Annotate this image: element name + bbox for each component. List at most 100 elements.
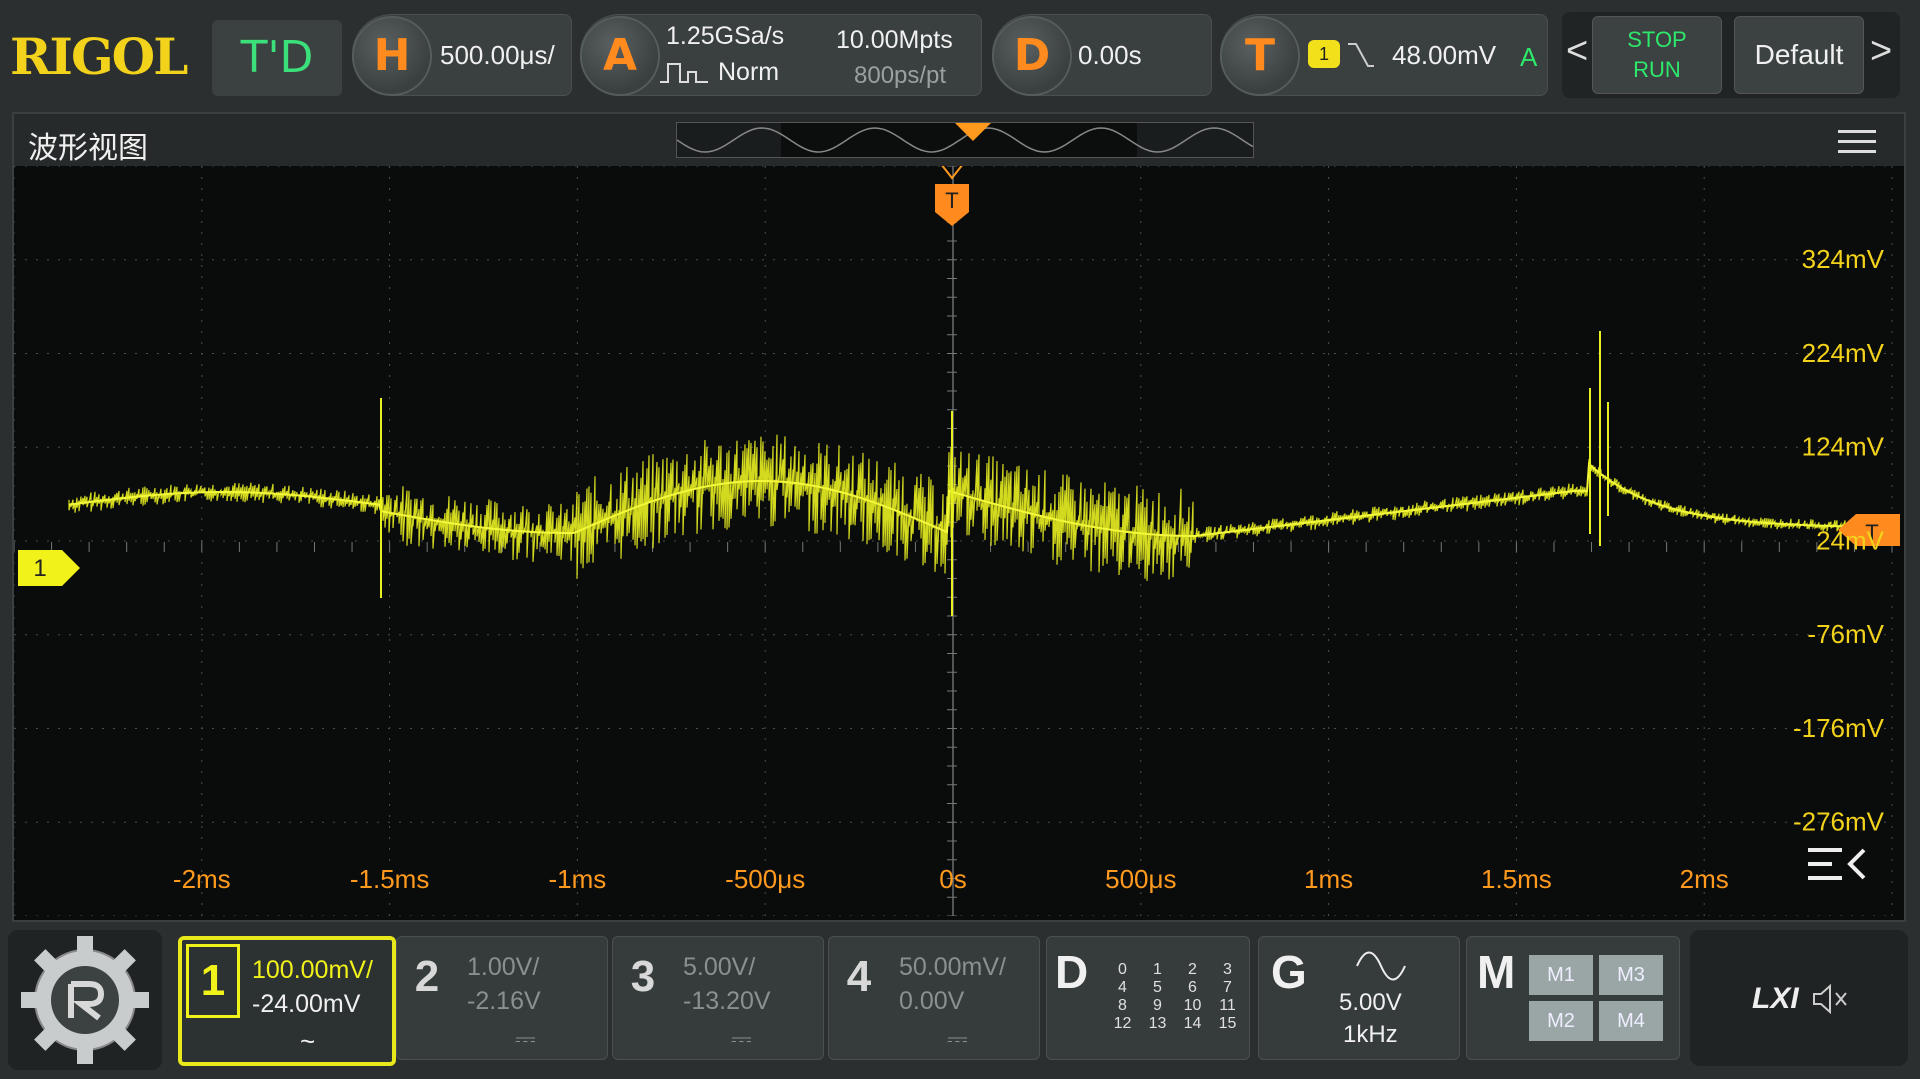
waveform-header: 波形视图 bbox=[14, 114, 1904, 166]
channel-3-offset: -13.20V bbox=[683, 987, 771, 1015]
digital-bit-0: 0 bbox=[1118, 961, 1127, 978]
status-area: LXI bbox=[1690, 930, 1908, 1066]
digital-bit-14: 14 bbox=[1183, 1015, 1202, 1032]
digital-bit-5: 5 bbox=[1153, 979, 1162, 996]
rising-edge-icon bbox=[1348, 43, 1374, 67]
voltage-axis-labels: 324mV 224mV 124mV 24mV -76mV -176mV -276mV bbox=[1793, 244, 1885, 837]
channel-3-settings[interactable]: 3 5.00V/ -13.20V ⎓ bbox=[612, 936, 824, 1060]
stop-label: STOP bbox=[1627, 27, 1687, 52]
stop-run-button[interactable]: STOP RUN bbox=[1592, 16, 1722, 94]
waveform-view[interactable]: 波形视图 T 1 T 324mV 224mV 124mV 24mV -76mV … bbox=[12, 112, 1906, 922]
time-label: -500μs bbox=[725, 864, 805, 894]
waveform-view-title: 波形视图 bbox=[28, 132, 148, 165]
hamburger-menu-icon[interactable] bbox=[1838, 130, 1876, 154]
delay-button[interactable]: D bbox=[992, 16, 1072, 96]
digital-bit-3: 3 bbox=[1223, 961, 1232, 978]
digital-bit-6: 6 bbox=[1188, 979, 1197, 996]
channel-1-trace-noise bbox=[68, 434, 1892, 581]
delay-value: 0.00s bbox=[1078, 40, 1142, 70]
channel-4-settings[interactable]: 4 50.00mV/ 0.00V ⎓ bbox=[828, 936, 1040, 1060]
channel-2-offset: -2.16V bbox=[467, 987, 541, 1015]
voltage-label: 124mV bbox=[1802, 432, 1885, 462]
trigger-source-badge: 1 bbox=[1308, 40, 1340, 68]
digital-bit-9: 9 bbox=[1153, 997, 1162, 1014]
lxi-icon[interactable]: LXI bbox=[1752, 982, 1799, 1016]
math-letter: M bbox=[1477, 946, 1516, 998]
overview-trigger-marker-icon bbox=[955, 123, 991, 141]
time-resolution: 800ps/pt bbox=[854, 62, 947, 89]
time-axis-labels: -2ms -1.5ms -1ms -500μs 0s 500μs 1ms 1.5ms 2ms bbox=[173, 864, 1729, 894]
channel-1-settings[interactable]: 1 100.00mV/ -24.00mV ~ bbox=[178, 936, 396, 1066]
digital-bit-2: 2 bbox=[1188, 961, 1197, 978]
math-m1[interactable]: M1 bbox=[1529, 955, 1593, 995]
channel-2-scale: 1.00V/ bbox=[467, 953, 540, 981]
acquire-button[interactable]: A bbox=[580, 16, 660, 96]
digital-bit-grid: 0 1 2 3 4 5 6 7 8 9 10 11 12 13 14 15 bbox=[1105, 961, 1245, 1033]
sine-wave-icon bbox=[1356, 951, 1406, 981]
voltage-label: 224mV bbox=[1802, 338, 1885, 368]
channel-4-number: 4 bbox=[846, 952, 872, 1001]
digital-letter: D bbox=[1055, 946, 1089, 998]
scroll-right-arrow-icon[interactable]: > bbox=[1870, 30, 1892, 73]
trigger-button[interactable]: T bbox=[1220, 16, 1300, 96]
time-label: -1.5ms bbox=[350, 864, 429, 894]
channel-4-scale: 50.00mV/ bbox=[899, 953, 1007, 981]
horizontal-button[interactable]: H bbox=[352, 16, 432, 96]
rigol-logo: RIGOL bbox=[10, 27, 188, 86]
waveform-plot[interactable]: T 1 T 324mV224mV124mV24mV-76mV-176mV-276… bbox=[14, 166, 1904, 916]
trigger-marker-label: T bbox=[945, 188, 958, 213]
channel-1-offset: -24.00mV bbox=[252, 990, 361, 1018]
rigol-gear-icon bbox=[21, 936, 149, 1064]
voltage-label: 24mV bbox=[1816, 525, 1885, 555]
main-menu-button[interactable] bbox=[8, 930, 162, 1070]
run-label: RUN bbox=[1633, 57, 1681, 82]
voltage-label: -276mV bbox=[1793, 807, 1885, 837]
channel-4-offset: 0.00V bbox=[899, 987, 965, 1015]
time-label: 1.5ms bbox=[1481, 864, 1552, 894]
trigger-level: 48.00mV bbox=[1392, 40, 1497, 70]
generator-letter: G bbox=[1271, 946, 1307, 998]
collapse-menu-icon[interactable] bbox=[1808, 848, 1866, 880]
default-button[interactable]: Default bbox=[1734, 16, 1864, 94]
generator-amplitude: 5.00V bbox=[1339, 989, 1402, 1016]
trace-spikes bbox=[380, 331, 1609, 616]
voltage-label: 324mV bbox=[1802, 244, 1885, 274]
digital-bit-8: 8 bbox=[1118, 997, 1127, 1014]
math-m3[interactable]: M3 bbox=[1599, 955, 1663, 995]
math-m4[interactable]: M4 bbox=[1599, 1001, 1663, 1041]
speaker-muted-icon[interactable] bbox=[1810, 984, 1850, 1014]
acquire-waveform-icon bbox=[660, 63, 708, 83]
time-label: 0s bbox=[939, 864, 966, 894]
channel-3-coupling-icon: ⎓ bbox=[731, 1023, 752, 1053]
time-domain-mode-button[interactable]: T'D bbox=[212, 20, 342, 96]
memory-overview-bar[interactable] bbox=[676, 122, 1254, 158]
channel-1-scale: 100.00mV/ bbox=[252, 956, 373, 984]
memory-depth: 10.00Mpts bbox=[836, 26, 953, 54]
channel-2-coupling-icon: ⎓ bbox=[515, 1023, 536, 1053]
horizontal-scale: 500.00μs/ bbox=[440, 40, 555, 70]
digital-bit-11: 11 bbox=[1219, 997, 1236, 1014]
voltage-label: -76mV bbox=[1807, 619, 1884, 649]
digital-channels-button[interactable]: D 0 1 2 3 4 5 6 7 8 9 10 11 12 13 14 15 bbox=[1046, 936, 1250, 1060]
time-label: -1ms bbox=[549, 864, 607, 894]
time-label: -2ms bbox=[173, 864, 231, 894]
digital-bit-10: 10 bbox=[1183, 997, 1202, 1014]
generator-button[interactable]: G 5.00V 1kHz bbox=[1258, 936, 1460, 1060]
channel-2-settings[interactable]: 2 1.00V/ -2.16V ⎓ bbox=[396, 936, 608, 1060]
time-label: 500μs bbox=[1105, 864, 1176, 894]
channel-1-offset-marker[interactable]: 1 bbox=[18, 550, 80, 586]
channel-1-coupling-icon: ~ bbox=[300, 1026, 316, 1056]
math-button[interactable]: M M1 M3 M2 M4 bbox=[1466, 936, 1680, 1060]
channel-2-number: 2 bbox=[414, 952, 440, 1001]
scroll-left-arrow-icon[interactable]: < bbox=[1566, 30, 1588, 73]
digital-bit-7: 7 bbox=[1223, 979, 1232, 996]
trigger-position-marker[interactable]: T bbox=[935, 166, 969, 226]
digital-bit-1: 1 bbox=[1153, 961, 1162, 978]
sample-rate: 1.25GSa/s bbox=[666, 22, 785, 50]
math-m2[interactable]: M2 bbox=[1529, 1001, 1593, 1041]
digital-bit-15: 15 bbox=[1218, 1015, 1237, 1032]
digital-bit-13: 13 bbox=[1148, 1015, 1167, 1032]
channel-4-coupling-icon: ⎓ bbox=[947, 1023, 968, 1053]
digital-bit-12: 12 bbox=[1113, 1015, 1132, 1032]
trigger-sweep-mode: A bbox=[1520, 42, 1538, 72]
